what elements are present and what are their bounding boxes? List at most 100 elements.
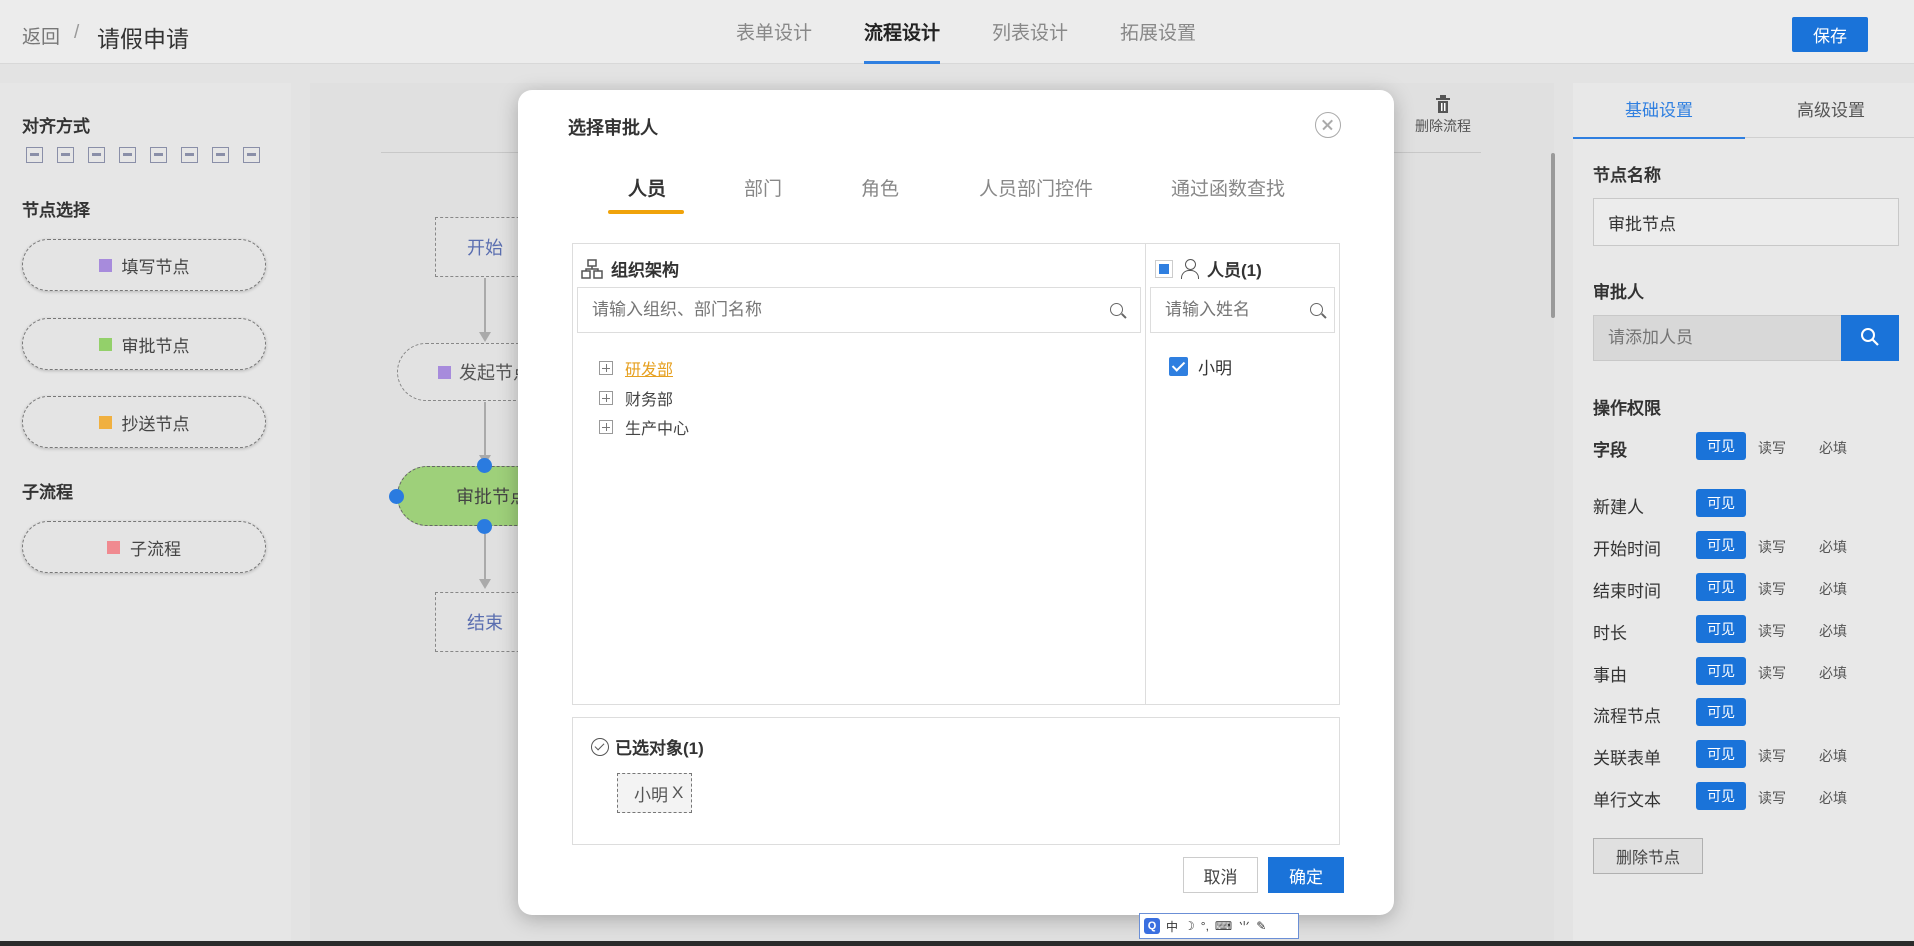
approver-input[interactable]	[1593, 315, 1843, 361]
align-bottom-icon[interactable]	[181, 147, 198, 163]
perm-visible-toggle[interactable]: 可见	[1696, 573, 1746, 601]
align-center-h-icon[interactable]	[57, 147, 74, 163]
perm-visible-toggle[interactable]: 可见	[1696, 698, 1746, 726]
flow-connector	[484, 402, 486, 462]
perm-visible-toggle[interactable]: 可见	[1696, 782, 1746, 810]
tab-people-dept-control[interactable]: 人员部门控件	[979, 174, 1093, 201]
palette-fill-node[interactable]: 填写节点	[22, 239, 266, 291]
align-top-icon[interactable]	[119, 147, 136, 163]
person-checkbox[interactable]	[1169, 357, 1188, 376]
tab-department[interactable]: 部门	[744, 174, 782, 201]
tab-function-lookup[interactable]: 通过函数查找	[1171, 174, 1285, 201]
delete-flow-button[interactable]: 删除流程	[1415, 95, 1471, 136]
tab-extension-settings[interactable]: 拓展设置	[1094, 0, 1222, 64]
perm-field-name: 关联表单	[1593, 749, 1661, 768]
cc-node-icon	[98, 415, 112, 429]
tab-flow-design[interactable]: 流程设计	[838, 0, 966, 64]
perm-field-name: 流程节点	[1593, 707, 1661, 726]
align-toolbar	[26, 147, 260, 163]
tab-people[interactable]: 人员	[628, 174, 666, 201]
moon-icon[interactable]: ☽	[1184, 919, 1195, 933]
approver-search-button[interactable]	[1841, 315, 1899, 361]
ime-mode-toggle[interactable]: 中	[1166, 918, 1178, 935]
tab-basic-settings[interactable]: 基础设置	[1573, 83, 1745, 139]
perm-field-name: 单行文本	[1593, 791, 1661, 810]
delete-node-button[interactable]: 删除节点	[1593, 838, 1703, 874]
perm-readwrite-toggle[interactable]: 读写	[1758, 537, 1786, 557]
save-button[interactable]: 保存	[1792, 17, 1868, 52]
org-title: 组织架构	[611, 261, 679, 280]
perm-required-toggle[interactable]: 必填	[1819, 537, 1847, 557]
distribute-v-icon[interactable]	[243, 147, 260, 163]
keyboard-icon[interactable]: ⌨	[1215, 919, 1232, 933]
flow-arrow	[479, 332, 491, 342]
align-right-icon[interactable]	[88, 147, 105, 163]
perm-readwrite-toggle[interactable]: 读写	[1758, 579, 1786, 599]
distribute-h-icon[interactable]	[212, 147, 229, 163]
perm-visible-toggle[interactable]: 可见	[1696, 740, 1746, 768]
palette-approve-node[interactable]: 审批节点	[22, 318, 266, 370]
perm-readwrite-toggle[interactable]: 读写	[1758, 621, 1786, 641]
perm-required-toggle[interactable]: 必填	[1819, 579, 1847, 599]
palette-cc-node[interactable]: 抄送节点	[22, 396, 266, 448]
tab-advanced-settings[interactable]: 高级设置	[1745, 83, 1914, 138]
perm-required-toggle[interactable]: 必填	[1819, 621, 1847, 641]
search-icon[interactable]	[1110, 303, 1123, 316]
perm-required-toggle[interactable]: 必填	[1819, 438, 1847, 458]
expand-icon[interactable]	[599, 420, 613, 434]
close-icon[interactable]	[1315, 112, 1341, 138]
cancel-button[interactable]: 取消	[1183, 857, 1258, 893]
back-link[interactable]: 返回	[22, 22, 60, 49]
align-title: 对齐方式	[22, 117, 90, 136]
canvas-scrollbar[interactable]	[1551, 153, 1555, 318]
left-panel: 对齐方式 节点选择 填写节点 审批节点 抄送节点 子流程 子流程	[0, 83, 291, 946]
panel-divider	[1145, 244, 1146, 704]
connect-handle-top[interactable]	[477, 458, 492, 473]
people-search-input[interactable]	[1150, 287, 1335, 333]
perm-visible-toggle[interactable]: 可见	[1696, 531, 1746, 559]
palette-node-label: 填写节点	[121, 257, 190, 277]
connect-handle-bottom[interactable]	[477, 519, 492, 534]
perm-readwrite-toggle[interactable]: 读写	[1758, 663, 1786, 683]
perm-visible-toggle[interactable]: 可见	[1696, 657, 1746, 685]
align-middle-icon[interactable]	[150, 147, 167, 163]
align-left-icon[interactable]	[26, 147, 43, 163]
expand-icon[interactable]	[599, 361, 613, 375]
perm-readwrite-toggle[interactable]: 读写	[1758, 438, 1786, 458]
check-circle-icon	[591, 737, 609, 756]
tree-item-dept[interactable]: 财务部	[599, 386, 673, 410]
expand-icon[interactable]	[599, 391, 613, 405]
tree-item-dept[interactable]: 研发部	[599, 356, 673, 380]
perm-visible-toggle[interactable]: 可见	[1696, 615, 1746, 643]
person-row[interactable]: 小明	[1169, 354, 1232, 379]
voice-icon[interactable]: ⺌	[1238, 918, 1250, 935]
punctuation-icon[interactable]: °,	[1201, 919, 1209, 933]
perm-required-toggle[interactable]: 必填	[1819, 746, 1847, 766]
ime-logo-icon[interactable]: Q	[1144, 918, 1160, 934]
palette-subflow[interactable]: 子流程	[22, 521, 266, 573]
wrench-icon[interactable]: ✎	[1256, 919, 1266, 933]
connect-handle-left[interactable]	[389, 489, 404, 504]
perm-required-toggle[interactable]: 必填	[1819, 788, 1847, 808]
perm-row-header: 字段 可见 读写 必填	[1593, 432, 1903, 462]
perm-readwrite-toggle[interactable]: 读写	[1758, 746, 1786, 766]
perm-required-toggle[interactable]: 必填	[1819, 663, 1847, 683]
tag-close-icon[interactable]: X	[672, 783, 683, 803]
selected-title: 已选对象(1)	[615, 739, 704, 758]
right-tabs: 基础设置 高级设置	[1573, 83, 1914, 139]
node-name-input[interactable]	[1593, 198, 1899, 246]
tree-item-dept[interactable]: 生产中心	[599, 415, 689, 439]
tab-form-design[interactable]: 表单设计	[710, 0, 838, 64]
node-name-label: 节点名称	[1593, 166, 1661, 185]
org-search-input[interactable]	[577, 287, 1141, 333]
tab-list-design[interactable]: 列表设计	[966, 0, 1094, 64]
selected-tag[interactable]: 小明 X	[617, 773, 693, 813]
palette-node-label: 抄送节点	[121, 414, 190, 434]
tab-role[interactable]: 角色	[861, 174, 899, 201]
confirm-button[interactable]: 确定	[1268, 857, 1344, 893]
perm-visible-toggle[interactable]: 可见	[1696, 432, 1746, 460]
perm-readwrite-toggle[interactable]: 读写	[1758, 788, 1786, 808]
perm-visible-toggle[interactable]: 可见	[1696, 489, 1746, 517]
select-all-checkbox[interactable]	[1155, 259, 1173, 278]
search-icon[interactable]	[1310, 303, 1323, 316]
